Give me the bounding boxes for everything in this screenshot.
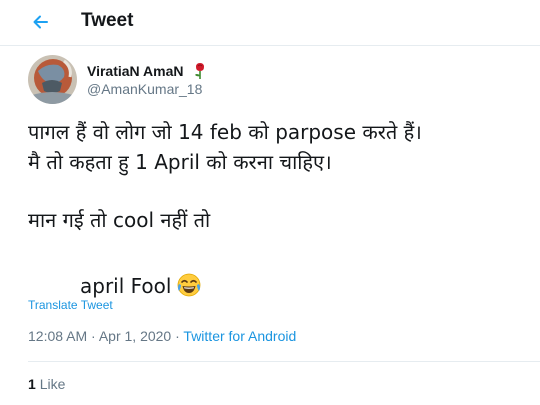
author-display-name[interactable]: ViratiaN AmaN bbox=[87, 63, 183, 79]
translate-tweet-link[interactable]: Translate Tweet bbox=[28, 298, 113, 312]
page-title: Tweet bbox=[81, 10, 134, 31]
page-header: Tweet bbox=[0, 0, 540, 46]
likes-label: Like bbox=[39, 376, 66, 392]
tweet-line-april-fool: april Fool bbox=[28, 271, 528, 301]
divider bbox=[28, 361, 540, 362]
tweet-source-link[interactable]: Twitter for Android bbox=[183, 328, 296, 344]
avatar[interactable] bbox=[28, 55, 77, 104]
author-handle[interactable]: @AmanKumar_18 bbox=[87, 81, 202, 97]
meta-separator: · bbox=[87, 328, 99, 344]
face-with-tears-of-joy-icon bbox=[177, 273, 201, 305]
likes-count[interactable]: 1 Like bbox=[28, 376, 65, 392]
likes-number: 1 bbox=[28, 376, 36, 392]
tweet-date[interactable]: Apr 1, 2020 bbox=[99, 328, 171, 344]
rose-icon bbox=[193, 62, 207, 80]
tweet-time[interactable]: 12:08 AM bbox=[28, 328, 87, 344]
tweet-metadata: 12:08 AM · Apr 1, 2020 · Twitter for And… bbox=[28, 328, 296, 344]
tweet-line: पागल हैं वो लोग जो 14 feb को parpose करत… bbox=[28, 120, 422, 144]
tweet-line: मै तो कहता हु 1 April को करना चाहिए। bbox=[28, 150, 332, 174]
tweet-line: मान गई तो cool नहीं तो bbox=[28, 208, 211, 232]
meta-separator: · bbox=[171, 328, 184, 344]
tweet-text: पागल हैं वो लोग जो 14 feb को parpose करत… bbox=[28, 117, 528, 301]
tweet-line: april Fool bbox=[80, 274, 172, 298]
back-arrow-icon bbox=[33, 15, 48, 29]
back-button[interactable] bbox=[28, 8, 60, 36]
